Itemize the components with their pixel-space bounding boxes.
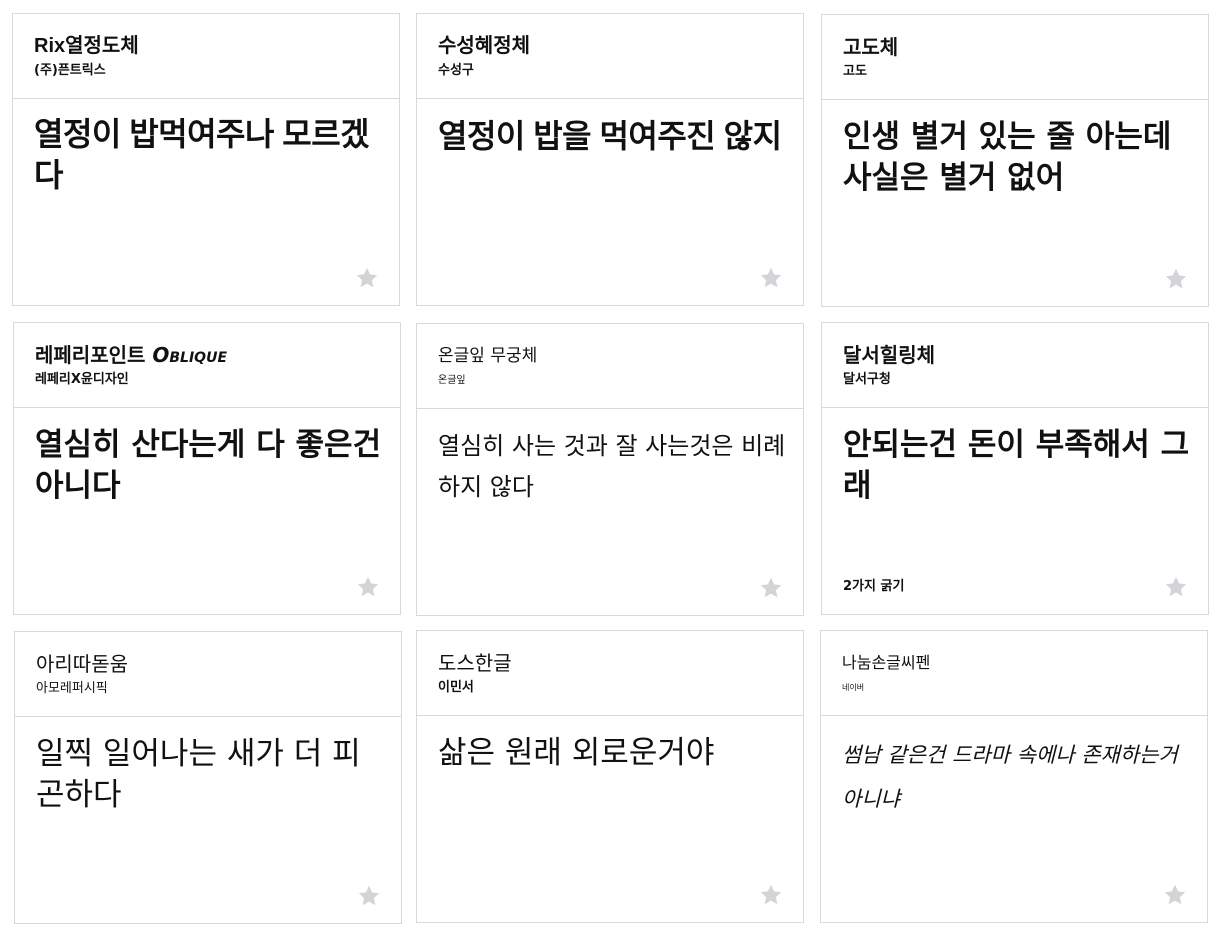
card-header: 나눔손글씨펜 네이버 — [821, 631, 1207, 716]
font-sample-text: 열정이 밥을 먹여주진 않지 — [438, 118, 782, 154]
font-name: 수성혜정체 — [438, 35, 530, 57]
font-name-main: 레페리포인트 — [35, 343, 146, 367]
font-card[interactable]: 레페리포인트 Oblique 레페리X윤디자인 열심히 산다는게 다 좋은건 아… — [13, 322, 401, 615]
font-sample-text: 열정이 밥먹여주나 모르겠다 — [34, 116, 370, 193]
font-sample-text: 열심히 산다는게 다 좋은건 아니다 — [35, 427, 382, 504]
favorite-star-icon[interactable] — [357, 884, 381, 908]
font-card[interactable]: 수성혜정체 수성구 열정이 밥을 먹여주진 않지 — [416, 13, 804, 306]
font-foundry: 고도 — [843, 64, 867, 79]
font-name: 고도체 — [843, 35, 899, 59]
favorite-star-icon[interactable] — [355, 266, 379, 290]
favorite-star-icon[interactable] — [1164, 267, 1188, 291]
font-card[interactable]: 아리따돋움 아모레퍼시픽 일찍 일어나는 새가 더 피곤하다 — [14, 631, 402, 924]
font-card[interactable]: 온글잎 무궁체 온글잎 열심히 사는 것과 잘 사는것은 비례하지 않다 — [416, 323, 804, 616]
font-name: 온글잎 무궁체 — [438, 346, 538, 366]
favorite-star-icon[interactable] — [1163, 883, 1187, 907]
font-foundry: 아모레퍼시픽 — [36, 681, 108, 696]
favorite-star-icon[interactable] — [356, 575, 380, 599]
favorite-star-icon[interactable] — [759, 883, 783, 907]
favorite-star-icon[interactable] — [1164, 575, 1188, 599]
font-foundry: 이민서 — [438, 680, 474, 695]
font-card[interactable]: Rix열정도체 (주)픈트릭스 열정이 밥먹여주나 모르겠다 — [12, 13, 400, 306]
font-sample-text: 열심히 사는 것과 잘 사는것은 비례하지 않다 — [438, 432, 786, 501]
favorite-star-icon[interactable] — [759, 576, 783, 600]
font-card[interactable]: 도스한글 이민서 삶은 원래 외로운거야 — [416, 630, 804, 923]
font-foundry: 온글잎 — [438, 375, 466, 386]
font-sample-text: 썸남 같은건 드라마 속에나 존재하는거 아니냐 — [842, 743, 1178, 811]
card-header: 아리따돋움 아모레퍼시픽 — [15, 632, 401, 717]
weight-count-label: 2가지 굵기 — [843, 579, 905, 594]
font-name: 나눔손글씨펜 — [842, 653, 931, 672]
font-name-suffix: Oblique — [152, 343, 228, 367]
font-sample-text: 일찍 일어나는 새가 더 피곤하다 — [36, 736, 361, 813]
font-sample-text: 삶은 원래 외로운거야 — [438, 735, 715, 771]
font-card[interactable]: 고도체 고도 인생 별거 있는 줄 아는데 사실은 별거 없어 — [821, 14, 1209, 307]
font-card[interactable]: 달서힐링체 달서구청 안되는건 돈이 부족해서 그래 2가지 굵기 — [821, 322, 1209, 615]
font-foundry: 레페리X윤디자인 — [35, 372, 129, 387]
card-header: 도스한글 이민서 — [417, 631, 803, 716]
font-name: 아리따돋움 — [36, 652, 128, 676]
card-header: Rix열정도체 (주)픈트릭스 — [13, 14, 399, 99]
font-name: 도스한글 — [438, 651, 512, 675]
card-header: 고도체 고도 — [822, 15, 1208, 100]
favorite-star-icon[interactable] — [759, 266, 783, 290]
font-name: Rix열정도체 — [34, 35, 139, 57]
font-foundry: 수성구 — [438, 63, 474, 78]
font-sample-text: 안되는건 돈이 부족해서 그래 — [843, 427, 1190, 504]
card-header: 레페리포인트 Oblique 레페리X윤디자인 — [14, 323, 400, 408]
font-foundry: (주)픈트릭스 — [34, 63, 106, 78]
font-name: 레페리포인트 Oblique — [35, 341, 227, 369]
card-header: 온글잎 무궁체 온글잎 — [417, 324, 803, 409]
font-foundry: 달서구청 — [843, 372, 891, 387]
card-header: 수성혜정체 수성구 — [417, 14, 803, 99]
font-card[interactable]: 나눔손글씨펜 네이버 썸남 같은건 드라마 속에나 존재하는거 아니냐 — [820, 630, 1208, 923]
font-name: 달서힐링체 — [843, 343, 935, 367]
font-sample-text: 인생 별거 있는 줄 아는데 사실은 별거 없어 — [843, 119, 1172, 196]
card-header: 달서힐링체 달서구청 — [822, 323, 1208, 408]
font-foundry: 네이버 — [842, 683, 865, 692]
